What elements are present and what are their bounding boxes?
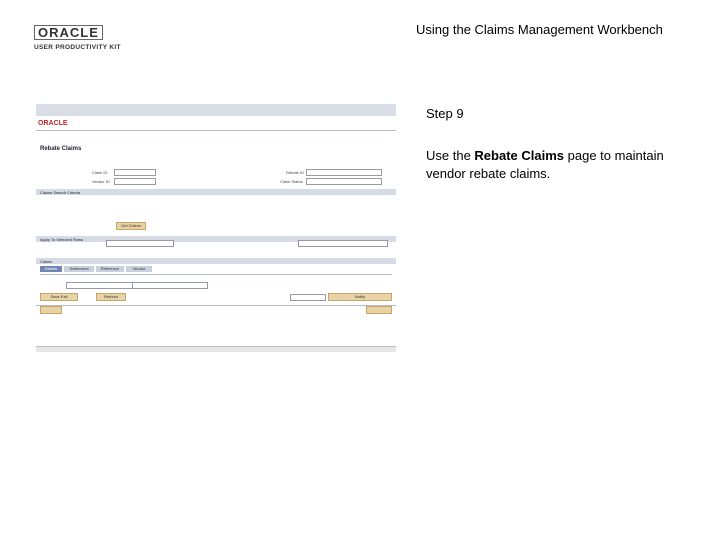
screenshot-grid-header-line: [40, 274, 392, 275]
screenshot-apply-select-left: [106, 240, 174, 247]
screenshot-tab-settlement: Settlement: [64, 266, 94, 272]
screenshot-footer-divider: [36, 305, 396, 306]
screenshot-label-rebate-id: Rebate ID: [286, 170, 305, 175]
screenshot-refresh-button: Refresh: [96, 293, 126, 301]
screenshot-date-input: [290, 294, 326, 301]
screenshot-page-heading: Rebate Claims: [40, 146, 82, 152]
application-screenshot: ORACLE Rebate Claims Claim ID Vendor ID …: [36, 104, 396, 352]
description-prefix: Use the: [426, 148, 475, 163]
screenshot-search-section-bar: [36, 189, 396, 195]
screenshot-claims-section-bar: [36, 258, 396, 264]
screenshot-grid-cell-select: [66, 282, 138, 289]
screenshot-footer-button-left: [40, 306, 62, 314]
screenshot-tab-vendor: Vendor: [126, 266, 152, 272]
oracle-upk-logo: ORACLE USER PRODUCTIVITY KIT: [34, 24, 154, 51]
document-title: Using the Claims Management Workbench: [416, 22, 663, 37]
screenshot-get-claims-button: Get Claims: [116, 222, 146, 230]
screenshot-apply-select-right: [298, 240, 388, 247]
screenshot-footer-button-right: [366, 306, 392, 314]
screenshot-claim-status-select: [306, 178, 382, 185]
step-description: Use the Rebate Claims page to maintain v…: [426, 147, 686, 183]
screenshot-rebate-id-input: [306, 169, 382, 176]
screenshot-grid-cell-select-2: [132, 282, 208, 289]
screenshot-label-claim-status: Claim Status: [280, 179, 303, 184]
screenshot-label-claim-id: Claim ID: [92, 170, 108, 175]
screenshot-tab-details: Details: [40, 266, 62, 272]
screenshot-tab-reference: Reference: [96, 266, 124, 272]
screenshot-divider: [36, 130, 396, 131]
screenshot-claims-section-title: Claims: [40, 259, 53, 264]
screenshot-apply-section-title: Apply To Selected Rows: [40, 237, 84, 242]
screenshot-save-exit-button: Save Exit: [40, 293, 78, 301]
screenshot-search-section-title: Claims Search Criteria: [40, 190, 81, 195]
screenshot-oracle-brand: ORACLE: [38, 120, 68, 127]
screenshot-claim-id-input: [114, 169, 156, 176]
logo-subtitle: USER PRODUCTIVITY KIT: [34, 44, 121, 51]
screenshot-label-vendor-id: Vendor ID: [92, 179, 110, 184]
screenshot-notify-button: Notify: [328, 293, 392, 301]
screenshot-vendor-id-input: [114, 178, 156, 185]
description-bold: Rebate Claims: [474, 148, 565, 163]
screenshot-horizontal-scrollbar: [36, 346, 396, 352]
screenshot-nav-bar: [36, 104, 396, 116]
logo-wordmark: ORACLE: [34, 25, 103, 40]
step-label: Step 9: [426, 106, 464, 121]
